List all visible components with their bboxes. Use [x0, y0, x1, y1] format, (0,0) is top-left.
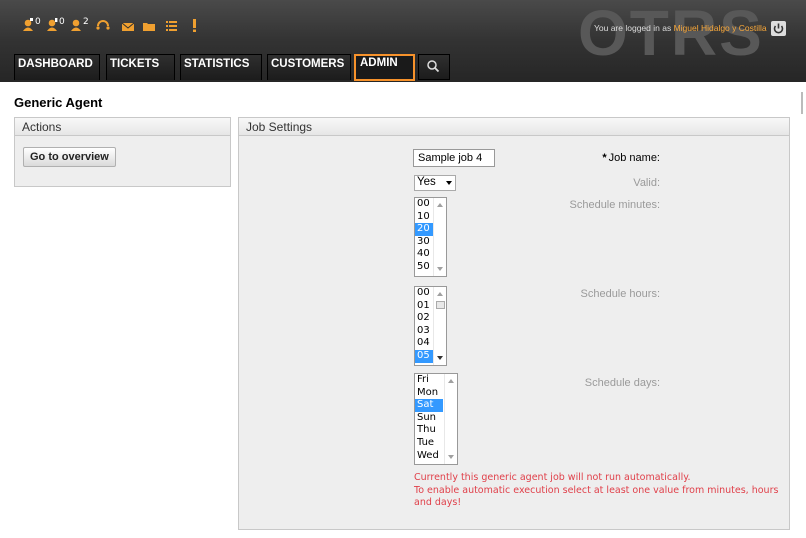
- agent-locked-icon: [71, 19, 81, 31]
- scroll-down-icon[interactable]: [437, 267, 443, 271]
- nav-dashboard[interactable]: DASHBOARD: [14, 54, 100, 80]
- toolbar-overview-list[interactable]: [165, 17, 185, 39]
- header-bar: OTRS 0 0 2 You are logged in as Miguel H…: [0, 0, 806, 82]
- nav-statistics[interactable]: STATISTICS: [180, 54, 262, 80]
- toolbar-email-ticket[interactable]: [121, 17, 141, 39]
- list-option-selected[interactable]: Sat: [415, 399, 443, 412]
- list-scrollbar[interactable]: [433, 287, 446, 365]
- toolbar-count: 2: [83, 17, 89, 27]
- phone-ticket-icon: [96, 20, 110, 30]
- login-info: You are logged in as Miguel Hidalgo y Co…: [594, 23, 767, 33]
- toolbar-watched-tickets[interactable]: 0: [46, 17, 66, 39]
- alert-icon: [193, 19, 196, 32]
- valid-select[interactable]: Yes: [414, 175, 456, 191]
- toolbar-phone-ticket[interactable]: [96, 17, 116, 39]
- list-scrollbar[interactable]: [444, 374, 457, 464]
- login-prefix: You are logged in as: [594, 23, 674, 33]
- scroll-up-icon[interactable]: [437, 292, 443, 296]
- agent-watch-icon: [47, 18, 58, 31]
- power-icon: [773, 23, 784, 34]
- valid-label: Valid:: [633, 177, 660, 189]
- schedule-hours-label: Schedule hours:: [580, 288, 661, 300]
- scroll-down-icon[interactable]: [437, 356, 443, 360]
- login-user-link[interactable]: Miguel Hidalgo y Costilla: [674, 23, 767, 33]
- warning-line: Currently this generic agent job will no…: [414, 472, 691, 483]
- toolbar-escalation[interactable]: [188, 17, 208, 39]
- job-name-label: * Job name:: [602, 152, 660, 164]
- search-icon: [427, 60, 440, 73]
- nav-search[interactable]: [418, 54, 450, 80]
- scroll-thumb[interactable]: [436, 301, 445, 309]
- actions-panel: Actions Go to overview: [14, 117, 231, 187]
- job-settings-header: Job Settings: [239, 118, 789, 136]
- scroll-up-icon[interactable]: [437, 203, 443, 207]
- page-scrollbar[interactable]: [801, 92, 803, 114]
- toolbar-count: 0: [35, 17, 41, 27]
- valid-selected-value: Yes: [417, 176, 436, 188]
- folder-icon: [143, 23, 155, 31]
- list-icon: [166, 21, 177, 31]
- nav-admin[interactable]: ADMIN: [354, 54, 415, 81]
- logout-button[interactable]: [771, 21, 786, 36]
- toolbar-count: 0: [59, 17, 65, 27]
- schedule-warning-message: Currently this generic agent job will no…: [414, 472, 784, 510]
- scroll-up-icon[interactable]: [448, 379, 454, 383]
- otrs-watermark-logo: OTRS: [578, 0, 764, 69]
- list-scrollbar[interactable]: [433, 198, 446, 276]
- email-ticket-icon: [121, 22, 135, 31]
- schedule-minutes-label: Schedule minutes:: [569, 199, 661, 211]
- toolbar-search-ticket[interactable]: [142, 17, 162, 39]
- job-name-input[interactable]: Sample job 4: [413, 149, 495, 167]
- page-title: Generic Agent: [14, 95, 103, 110]
- schedule-hours-list[interactable]: 00 01 02 03 04 05: [414, 286, 447, 366]
- actions-header: Actions: [15, 118, 230, 136]
- schedule-days-list[interactable]: Fri Mon Sat Sun Thu Tue Wed: [414, 373, 458, 465]
- scroll-down-icon[interactable]: [448, 455, 454, 459]
- nav-tickets[interactable]: TICKETS: [106, 54, 175, 80]
- warning-line: To enable automatic execution select at …: [414, 484, 779, 509]
- nav-customers[interactable]: CUSTOMERS: [267, 54, 351, 80]
- required-star-icon: *: [602, 152, 607, 164]
- toolbar-new-tickets[interactable]: 0: [22, 17, 42, 39]
- toolbar-locked-tickets[interactable]: 2: [70, 17, 90, 39]
- agent-new-icon: [23, 18, 33, 31]
- schedule-days-label: Schedule days:: [584, 377, 660, 389]
- schedule-minutes-list[interactable]: 00 10 20 30 40 50: [414, 197, 447, 277]
- chevron-down-icon: [446, 181, 452, 185]
- go-to-overview-button[interactable]: Go to overview: [23, 147, 116, 167]
